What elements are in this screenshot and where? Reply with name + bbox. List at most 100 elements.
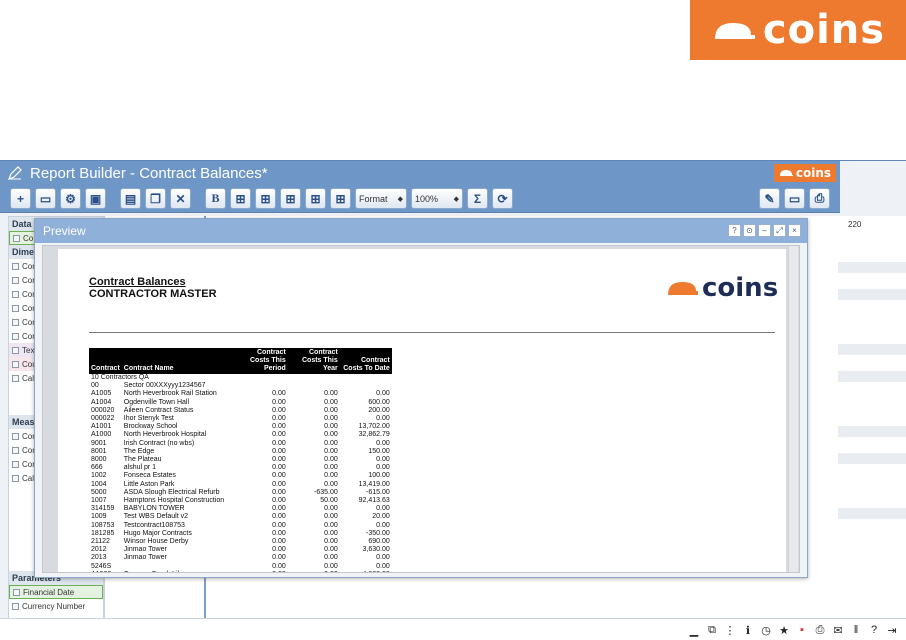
grid-row [838, 426, 906, 437]
costs-to-date: 4,630.00 [340, 571, 392, 572]
calc-field-icon [12, 474, 19, 482]
hard-hat-icon [668, 282, 698, 295]
border-outer-button[interactable]: ⊞ [255, 188, 276, 209]
field-icon [12, 432, 19, 440]
contract-name: BABYLON TOWER [123, 505, 185, 513]
windows-icon[interactable]: ⧉ [706, 624, 718, 636]
costs-this-year: 0.00 [324, 456, 338, 464]
library-icon[interactable]: ‖ [850, 624, 862, 636]
bold-button[interactable]: B [205, 188, 226, 209]
printer-icon[interactable]: ⎙ [814, 624, 826, 636]
table-header-row: Contract Contract Name Contract Costs Th… [89, 348, 392, 374]
apps-grid-icon[interactable]: ⋮ [724, 624, 736, 637]
zoom-select-value: 100% [415, 193, 439, 204]
history-icon[interactable]: ◷ [760, 624, 772, 637]
costs-this-year: 0.00 [324, 431, 338, 439]
contract-code: 1004 [91, 480, 107, 488]
help-button[interactable]: ? [728, 224, 741, 237]
costs-to-date: 20.00 [372, 513, 390, 521]
edit-button[interactable]: ✎ [759, 188, 780, 209]
minimize-icon[interactable]: ▁ [688, 624, 700, 637]
preview-scrollbar[interactable] [788, 246, 798, 572]
window-title: Report Builder - Contract Balances* [30, 164, 268, 182]
parameter-item[interactable]: Financial Date [9, 585, 103, 599]
border-inner-button[interactable]: ⊞ [280, 188, 301, 209]
table-row: 5000 ASDA Slough Electrical Refurb 0.00 -63… [89, 489, 392, 497]
mail-icon[interactable]: ✉ [832, 624, 844, 637]
costs-this-period: 0.00 [272, 513, 286, 521]
zoom-select[interactable]: 100% ◆ [411, 188, 463, 209]
border-vertical-button[interactable]: ⊞ [330, 188, 351, 209]
report-logo: coins [666, 275, 778, 301]
column-header: Contract Name [121, 348, 236, 374]
contract-name: Hamptons Hospital Construction [123, 497, 225, 505]
costs-to-date: 0.00 [376, 554, 390, 562]
table-row: 5246S 0.00 0.00 0.00 [89, 563, 392, 571]
preview-viewport[interactable]: Contract Balances CONTRACTOR MASTER coin… [42, 245, 800, 573]
close-button[interactable]: × [788, 224, 801, 237]
print-button[interactable]: ⎙ [809, 188, 830, 209]
parameter-item-label: Currency Number [22, 601, 86, 611]
folder-icon: ▭ [39, 191, 52, 206]
maximize-button[interactable]: ⤢ [773, 224, 786, 237]
maximize-icon: ⤢ [776, 225, 783, 235]
table-row: A1003Cypress Creek Library0.000.004,630.… [89, 571, 392, 572]
info-icon[interactable]: ℹ [742, 624, 754, 637]
data-item-label: Co [23, 233, 34, 243]
copy-button[interactable]: ❐ [145, 188, 166, 209]
save-as-button[interactable]: ▤ [120, 188, 141, 209]
monitor-icon: ▭ [788, 191, 801, 206]
parameter-item[interactable]: Currency Number [9, 599, 103, 613]
field-icon [12, 460, 19, 468]
field-icon [12, 332, 19, 340]
group-row: 10 Contractors QA [89, 374, 392, 382]
contract-code: 1009 [91, 513, 107, 521]
delete-button[interactable]: ✕ [170, 188, 191, 209]
settings-button[interactable]: ⚙ [60, 188, 81, 209]
save-as-icon: ▤ [124, 191, 137, 206]
open-button[interactable]: ▭ [35, 188, 56, 209]
new-button[interactable]: + [10, 188, 31, 209]
grid-row [838, 371, 906, 382]
save-button[interactable]: ▣ [85, 188, 106, 209]
minimize-icon: – [762, 226, 767, 235]
costs-this-period: 0.00 [272, 464, 286, 472]
pencil-ruler-icon [8, 166, 22, 180]
contract-code: 21122 [91, 538, 110, 546]
coins-badge: coins [774, 164, 836, 182]
notification-icon[interactable]: ▪ [796, 624, 808, 636]
costs-this-period: 0.00 [272, 546, 286, 554]
border-horizontal-button[interactable]: ⊞ [305, 188, 326, 209]
status-bar: ▁ ⧉ ⋮ ℹ ◷ ★ ▪ ⎙ ✉ ‖ ? ⇥ [0, 618, 906, 640]
main-toolbar: + ▭ ⚙ ▣ ▤ ❐ ✕ B ⊞ ⊞ ⊞ ⊞ ⊞ Format ◆ 100% ◆ … [0, 185, 840, 213]
costs-to-date: 0.00 [376, 505, 390, 513]
table-row: 1002 Fonseca Estates 0.00 0.00 100.00 [89, 472, 392, 480]
table-row: 8000 The Plateau 0.00 0.00 0.00 [89, 456, 392, 464]
updown-icon: ◆ [453, 195, 459, 203]
plus-icon: + [16, 191, 24, 206]
preview-button[interactable]: ▭ [784, 188, 805, 209]
minimize-button[interactable]: – [758, 224, 771, 237]
grid-vertical-icon: ⊞ [335, 191, 346, 206]
copy-icon: ❐ [150, 191, 161, 206]
contract-name: Irish Contract (no wbs) [123, 439, 195, 447]
grid-row [838, 453, 906, 464]
costs-this-year: 0.00 [324, 415, 338, 423]
contract-code: 2013 [91, 554, 107, 562]
logout-icon[interactable]: ⇥ [886, 624, 898, 637]
costs-this-period: 0.00 [272, 497, 286, 505]
costs-to-date [340, 382, 392, 390]
bold-icon: B [211, 191, 220, 205]
pin-button[interactable]: ⊙ [743, 224, 756, 237]
costs-this-period: 0.00 [272, 456, 286, 464]
format-select[interactable]: Format ◆ [355, 188, 407, 209]
sum-button[interactable]: Σ [467, 188, 488, 209]
contract-name: Sector 00XXXyyy1234567 [123, 382, 206, 390]
contract-name [122, 563, 236, 571]
star-icon[interactable]: ★ [778, 624, 790, 637]
refresh-button[interactable]: ⟳ [492, 188, 513, 209]
border-all-button[interactable]: ⊞ [230, 188, 251, 209]
brand-logo: coins [690, 0, 906, 60]
help-icon[interactable]: ? [868, 624, 880, 636]
costs-this-year: 0.00 [324, 562, 338, 570]
